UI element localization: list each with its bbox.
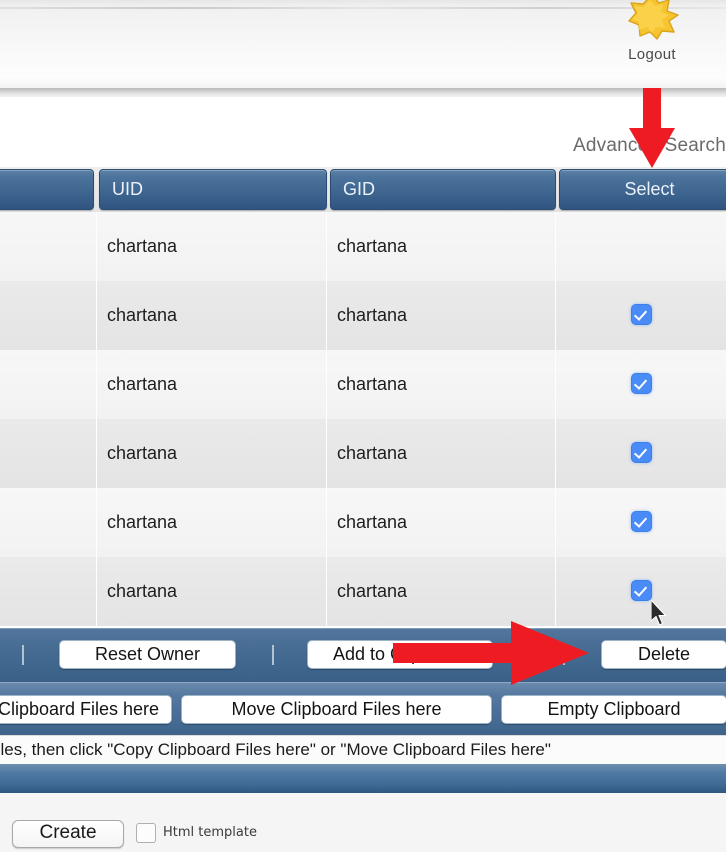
cell-select xyxy=(556,281,726,350)
cell-uid: chartana xyxy=(97,350,327,419)
row-select-checkbox[interactable] xyxy=(631,511,651,531)
column-header-uid[interactable]: UID xyxy=(99,169,327,210)
cell-select xyxy=(556,350,726,419)
cell-blank xyxy=(0,419,97,488)
cell-uid: chartana xyxy=(97,557,327,626)
column-header-blank[interactable] xyxy=(0,169,94,210)
key-star-icon xyxy=(624,0,680,40)
cell-gid: chartana xyxy=(327,281,556,350)
create-button[interactable]: Create xyxy=(12,820,124,848)
cell-blank xyxy=(0,281,97,350)
cell-select xyxy=(556,212,726,281)
table-row[interactable]: chartana chartana xyxy=(0,488,726,558)
section-divider-bar xyxy=(0,764,726,794)
toolbar-separator xyxy=(563,645,565,665)
records-table: UID GID Select chartana chartana chartan… xyxy=(0,167,726,627)
table-row[interactable]: chartana chartana xyxy=(0,557,726,627)
table-row[interactable]: chartana chartana xyxy=(0,419,726,489)
empty-clipboard-button[interactable]: Empty Clipboard xyxy=(501,695,726,724)
table-row[interactable]: chartana chartana xyxy=(0,212,726,282)
cell-gid: chartana xyxy=(327,419,556,488)
logout-label: Logout xyxy=(628,46,676,63)
move-clipboard-files-here-button[interactable]: Move Clipboard Files here xyxy=(181,695,492,724)
table-header-row: UID GID Select xyxy=(0,167,726,212)
cell-uid: chartana xyxy=(97,212,327,281)
html-template-checkbox[interactable] xyxy=(136,823,156,843)
cell-blank xyxy=(0,488,97,557)
cell-gid: chartana xyxy=(327,212,556,281)
delete-button[interactable]: Delete xyxy=(601,640,726,669)
cell-gid: chartana xyxy=(327,350,556,419)
html-template-label: Html template xyxy=(163,825,257,840)
cell-uid: chartana xyxy=(97,281,327,350)
toolbar-separator xyxy=(272,645,274,665)
column-header-select[interactable]: Select xyxy=(559,169,726,210)
table-row[interactable]: chartana chartana xyxy=(0,281,726,351)
clipboard-hint-text: files, then click "Copy Clipboard Files … xyxy=(0,740,551,759)
table-row[interactable]: chartana chartana xyxy=(0,350,726,420)
cell-blank xyxy=(0,557,97,626)
cell-blank xyxy=(0,212,97,281)
add-to-clipboard-button[interactable]: Add to Clipboard xyxy=(307,640,493,669)
row-select-checkbox[interactable] xyxy=(631,580,651,600)
advanced-search-link[interactable]: Advanced Search xyxy=(573,135,726,157)
cell-uid: chartana xyxy=(97,419,327,488)
cell-gid: chartana xyxy=(327,488,556,557)
column-header-gid[interactable]: GID xyxy=(330,169,556,210)
row-select-checkbox[interactable] xyxy=(631,442,651,462)
cell-select xyxy=(556,419,726,488)
chrome-divider-shadow xyxy=(0,88,726,97)
row-select-checkbox[interactable] xyxy=(631,373,651,393)
cell-blank xyxy=(0,350,97,419)
row-select-checkbox[interactable] xyxy=(631,304,651,324)
reset-owner-button[interactable]: Reset Owner xyxy=(59,640,236,669)
cell-uid: chartana xyxy=(97,488,327,557)
copy-clipboard-files-here-button[interactable]: Copy Clipboard Files here xyxy=(0,695,172,724)
cell-gid: chartana xyxy=(327,557,556,626)
cell-select xyxy=(556,488,726,557)
cell-select xyxy=(556,557,726,626)
toolbar-separator xyxy=(22,645,24,665)
logout-button[interactable]: Logout xyxy=(602,0,702,84)
